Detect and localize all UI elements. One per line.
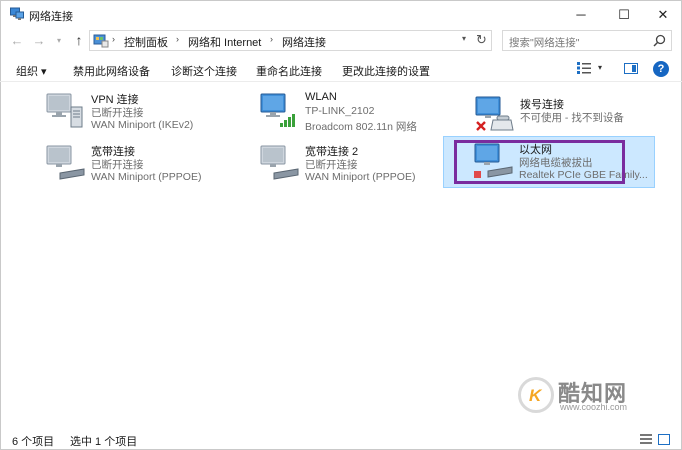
rename-connection-button[interactable]: 重命名此连接: [256, 63, 322, 79]
connection-device: WAN Miniport (IKEv2): [91, 119, 194, 131]
watermark-url: www.coozhi.com: [560, 402, 628, 412]
connection-device: WAN Miniport (PPPOE): [91, 171, 202, 183]
connection-status: 已断开连接: [91, 107, 144, 119]
change-view-icon[interactable]: [577, 62, 591, 74]
connection-item-broadband[interactable]: 宽带连接 已断开连接 WAN Miniport (PPPOE): [44, 143, 234, 189]
address-bar[interactable]: › 控制面板 › 网络和 Internet › 网络连接 ▾ ↻: [89, 30, 492, 51]
forward-button[interactable]: →: [30, 31, 48, 49]
view-options-dropdown[interactable]: ▾: [598, 63, 602, 72]
preview-pane-icon[interactable]: [624, 63, 638, 74]
breadcrumb-separator-icon: ›: [270, 34, 273, 44]
organize-menu-button[interactable]: 组织 ▾: [16, 63, 47, 79]
recent-locations-button[interactable]: ▾: [50, 31, 68, 49]
search-icon[interactable]: [653, 34, 666, 47]
connection-item-broadband-2[interactable]: 宽带连接 2 已断开连接 WAN Miniport (PPPOE): [258, 143, 448, 189]
disable-device-button[interactable]: 禁用此网络设备: [73, 63, 150, 79]
control-panel-icon: [93, 34, 109, 48]
connection-status: 已断开连接: [91, 159, 144, 171]
annotation-highlight-box: [454, 140, 625, 184]
change-settings-button[interactable]: 更改此连接的设置: [342, 63, 430, 79]
breadcrumb-separator-icon: ›: [112, 34, 115, 44]
up-button[interactable]: ↑: [70, 31, 88, 49]
breadcrumb-network-internet[interactable]: 网络和 Internet: [188, 34, 261, 50]
connection-device: Broadcom 802.11n 网络: [305, 121, 417, 133]
connection-device: WAN Miniport (PPPOE): [305, 171, 416, 183]
diagnose-connection-button[interactable]: 诊断这个连接: [171, 63, 237, 79]
breadcrumb-network-connections[interactable]: 网络连接: [282, 34, 326, 50]
broadband-connection-icon: [46, 145, 85, 180]
help-icon[interactable]: ?: [653, 61, 669, 77]
connection-status: 不可使用 - 找不到设备: [520, 112, 624, 124]
vpn-connection-icon: [46, 93, 83, 128]
tiles-view-icon[interactable]: [658, 434, 670, 445]
dialup-connection-icon: [475, 96, 514, 131]
command-bar: 组织 ▾ 禁用此网络设备 诊断这个连接 重命名此连接 更改此连接的设置 ▾ ?: [0, 56, 682, 82]
connection-status: TP-LINK_2102: [305, 105, 375, 117]
network-connections-app-icon: [10, 7, 24, 20]
search-box[interactable]: 搜索"网络连接": [502, 30, 672, 51]
watermark-logo: K: [518, 377, 554, 413]
minimize-button[interactable]: ─: [561, 1, 601, 28]
close-button[interactable]: ✕: [643, 1, 682, 28]
selected-count: 选中 1 个项目: [70, 436, 138, 448]
item-count: 6 个项目: [12, 436, 55, 448]
maximize-button[interactable]: ☐: [604, 1, 644, 28]
search-input[interactable]: 搜索"网络连接": [509, 35, 579, 50]
watermark-logo-letter: K: [529, 386, 542, 405]
address-dropdown-button[interactable]: ▾: [462, 34, 466, 43]
broadband-connection-icon: [260, 145, 299, 180]
refresh-button[interactable]: ↻: [476, 32, 487, 48]
connection-status: 已断开连接: [305, 159, 358, 171]
title-bar: 网络连接 ─ ☐ ✕: [0, 0, 682, 27]
details-view-icon[interactable]: [640, 434, 652, 445]
watermark: K 酷知网 www.coozhi.com: [518, 372, 648, 422]
connection-name: WLAN: [305, 91, 337, 103]
back-button[interactable]: ←: [8, 31, 26, 49]
connection-item-vpn[interactable]: VPN 连接 已断开连接 WAN Miniport (IKEv2): [44, 91, 234, 137]
breadcrumb-control-panel[interactable]: 控制面板: [124, 34, 168, 50]
status-bar: 6 个项目 选中 1 个项目: [0, 428, 682, 450]
window-title: 网络连接: [29, 11, 73, 23]
connection-item-wlan[interactable]: WLAN TP-LINK_2102 Broadcom 802.11n 网络: [258, 91, 448, 137]
breadcrumb-separator-icon: ›: [176, 34, 179, 44]
navigation-bar: ← → ▾ ↑ › 控制面板 › 网络和 Internet › 网络连接 ▾ ↻…: [0, 27, 682, 53]
wlan-connection-icon: [260, 93, 295, 127]
